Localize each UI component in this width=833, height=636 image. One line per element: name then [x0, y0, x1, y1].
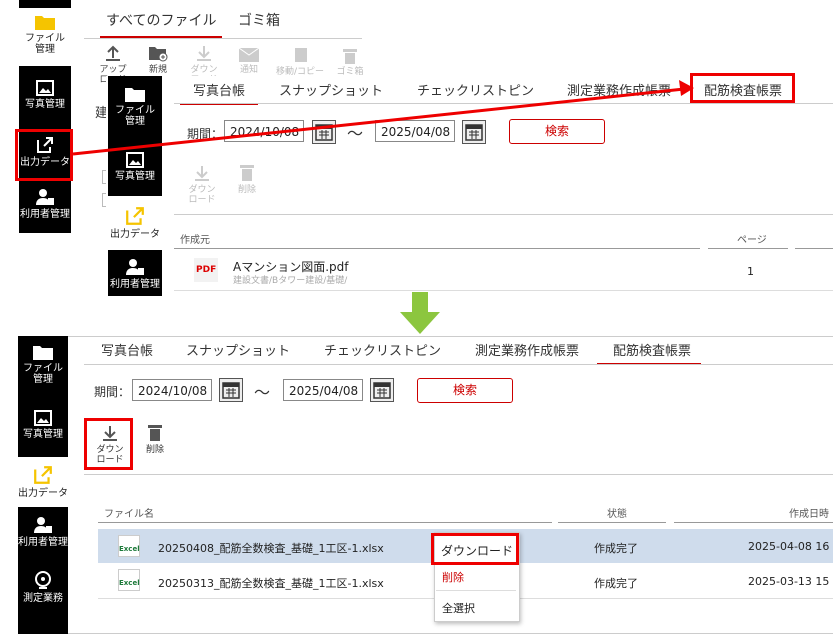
user-icon [126, 259, 144, 275]
bottom-header-line [98, 522, 552, 523]
inset-file-path: 建設文書/Bタワー建設/基礎/ [233, 276, 348, 286]
excel-badge: Excel [119, 545, 140, 553]
context-menu-select-all[interactable]: 全選択 [442, 600, 475, 616]
inset-col-source: 作成元 [180, 235, 210, 246]
row-created: 2025-04-08 16 [748, 540, 830, 553]
green-down-arrow [400, 292, 440, 334]
inset-sidebar-label: 出力データ [110, 229, 160, 240]
inset-row-line [174, 290, 833, 291]
inset-header-line [708, 248, 788, 249]
bottom-tab-checklist-pin[interactable]: チェックリストピン [324, 340, 441, 359]
row-created: 2025-03-13 15 [748, 575, 830, 588]
bottom-date-from[interactable]: 2024/10/08 [132, 379, 212, 401]
trash-icon [148, 425, 162, 441]
bottom-delete-button[interactable]: 削除 [141, 424, 169, 455]
bottom-sidebar-item-file[interactable]: ファイル 管理 [18, 344, 68, 385]
inset-header-line [174, 248, 700, 249]
bottom-calendar-from-button[interactable] [219, 378, 243, 402]
export-icon [126, 207, 144, 225]
folder-icon [33, 346, 53, 360]
top-sidebar-label: 利用者管理 [20, 209, 70, 220]
row-status: 作成完了 [594, 542, 638, 555]
row-file-name[interactable]: 20250408_配筋全数検査_基礎_1工区-1.xlsx [158, 540, 384, 556]
bottom-sidebar-item-users[interactable]: 利用者管理 [18, 516, 68, 548]
inset-sidebar-item-users[interactable]: 利用者管理 [108, 258, 162, 290]
bottom-col-filename: ファイル名 [104, 509, 154, 520]
bottom-sidebar-label: 写真管理 [23, 429, 63, 440]
bottom-sidebar-label: 出力データ [18, 488, 68, 499]
bottom-sidebar-label: 測定業務 [23, 593, 63, 604]
row-status: 作成完了 [594, 577, 638, 590]
excel-icon: Excel [118, 569, 140, 591]
bottom-col-status: 状態 [607, 509, 627, 520]
bottom-col-created: 作成日時 [789, 509, 829, 520]
pdf-icon: PDF [194, 258, 218, 282]
bottom-search-button[interactable]: 検索 [417, 378, 513, 403]
excel-icon: Excel [118, 535, 140, 557]
bottom-tilde: 〜 [254, 383, 271, 402]
calendar-icon [373, 382, 391, 399]
context-download-highlight [431, 533, 519, 565]
export-icon [34, 466, 52, 484]
bottom-tab-photo-ledger[interactable]: 写真台帳 [101, 340, 153, 359]
user-icon [34, 517, 52, 533]
bottom-sidebar-item-output[interactable]: 出力データ [18, 457, 68, 507]
bottom-tab-line [84, 364, 833, 365]
row-file-name[interactable]: 20250313_配筋全数検査_基礎_1工区-1.xlsx [158, 575, 384, 591]
bottom-tab-measurement[interactable]: 測定業務作成帳票 [475, 340, 579, 359]
bottom-period-label: 期間： [94, 385, 131, 399]
bottom-download-highlight [84, 418, 133, 470]
calendar-icon [222, 382, 240, 399]
inset-toolbar-line [174, 214, 833, 215]
image-icon [34, 410, 52, 426]
inset-file-pages: 1 [747, 265, 754, 278]
bottom-delete-label: 削除 [145, 445, 164, 455]
bottom-sidebar-label: ファイル 管理 [23, 363, 63, 385]
bottom-tab-snapshot[interactable]: スナップショット [186, 340, 290, 359]
bottom-sidebar-label: 利用者管理 [18, 537, 68, 548]
inset-sidebar-item-output[interactable]: 出力データ [108, 196, 162, 250]
excel-badge: Excel [119, 579, 140, 587]
bottom-date-to[interactable]: 2025/04/08 [283, 379, 363, 401]
measure-icon [35, 571, 51, 589]
red-arrow [72, 80, 694, 156]
pdf-badge: PDF [196, 265, 217, 275]
bottom-header-line [674, 522, 833, 523]
bottom-calendar-to-button[interactable] [370, 378, 394, 402]
inset-header-line [795, 248, 833, 249]
bottom-sidebar-item-photo[interactable]: 写真管理 [18, 410, 68, 440]
bottom-header-line [558, 522, 666, 523]
inset-sidebar-label: 利用者管理 [110, 279, 160, 290]
context-menu-delete[interactable]: 削除 [442, 569, 464, 585]
bottom-tab-rebar[interactable]: 配筋検査帳票 [597, 340, 702, 365]
context-menu-divider [436, 590, 516, 591]
inset-col-pages: ページ [737, 235, 767, 246]
bottom-toolbar-line [84, 474, 833, 475]
bottom-sidebar-item-measure[interactable]: 測定業務 [18, 570, 68, 604]
